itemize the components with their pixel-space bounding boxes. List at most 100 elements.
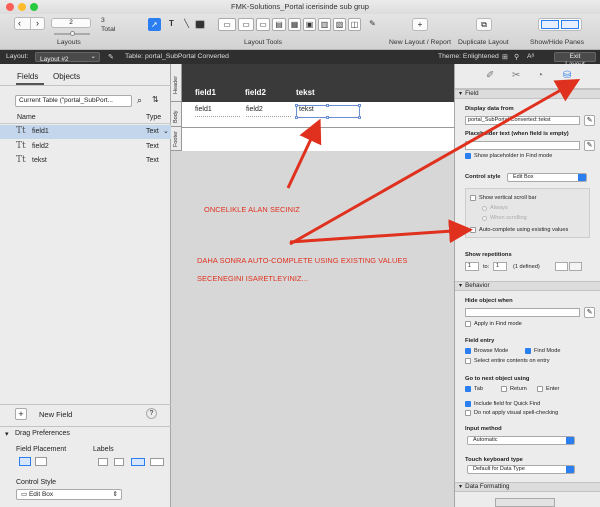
body-field-field1[interactable]: field1 xyxy=(195,106,240,117)
close-window-button[interactable] xyxy=(6,3,14,11)
quick-find-checkbox[interactable] xyxy=(465,401,471,407)
selection-handle[interactable] xyxy=(295,116,298,119)
pointer-tool-icon[interactable]: ➚ xyxy=(148,18,161,31)
text-size-icon[interactable]: Aᵃ xyxy=(527,53,534,60)
add-icon[interactable]: + xyxy=(15,408,27,420)
show-placeholder-checkbox[interactable] xyxy=(465,153,471,159)
duplicate-layout-button[interactable]: ⧉ xyxy=(476,18,492,31)
field-row[interactable]: Tt tekst Text xyxy=(0,154,171,168)
horizontal-reps-icon[interactable] xyxy=(569,262,582,271)
slider-thumb[interactable] xyxy=(70,31,75,36)
display-data-field[interactable]: portal_SubPortal Converted::tekst xyxy=(465,116,580,125)
header-label-field1[interactable]: field1 xyxy=(195,88,216,97)
popover-tool-icon[interactable]: ▭ xyxy=(256,18,270,31)
portal-tool-icon[interactable]: ▥ xyxy=(318,18,331,31)
show-scroll-checkbox[interactable] xyxy=(470,195,476,201)
line-tool-icon[interactable]: ╲ xyxy=(180,18,193,31)
labels-top-icon[interactable] xyxy=(114,458,124,466)
part-label-body[interactable]: Body xyxy=(171,102,182,127)
horizontal-placement-icon[interactable] xyxy=(35,457,47,466)
new-field-button[interactable]: New Field xyxy=(39,410,72,419)
selection-handle[interactable] xyxy=(358,104,361,107)
styles-tab-icon[interactable]: ✂ xyxy=(512,70,520,81)
labels-right-icon[interactable] xyxy=(150,458,164,466)
control-style-select[interactable]: ▭ Edit Box ⇕ xyxy=(16,489,122,500)
zoom-window-button[interactable] xyxy=(30,3,38,11)
chart-tool-icon[interactable]: ▧ xyxy=(333,18,346,31)
position-tab-icon[interactable]: ✐ xyxy=(486,70,494,81)
rendering-icon[interactable]: ⚲ xyxy=(514,53,519,61)
previous-layout-button[interactable]: ‹ xyxy=(18,18,21,28)
slide-control-tool-icon[interactable]: ▣ xyxy=(303,18,316,31)
format-painter-icon[interactable]: ✎ xyxy=(366,18,379,31)
next-layout-button[interactable]: › xyxy=(36,18,39,28)
appearance-tab-icon[interactable]: ◔ xyxy=(537,70,543,81)
tab-fields[interactable]: Fields xyxy=(17,72,38,81)
col-name[interactable]: Name xyxy=(17,114,36,121)
body-field-tekst-selected[interactable]: tekst xyxy=(295,104,361,119)
sort-icon[interactable]: ⇅ xyxy=(152,95,159,104)
apply-find-checkbox[interactable] xyxy=(465,321,471,327)
part-label-footer[interactable]: Footer xyxy=(171,127,182,151)
chevron-down-icon[interactable]: ⌄ xyxy=(163,127,169,135)
field-row[interactable]: Tt field1 Text ⌄ xyxy=(0,125,171,139)
labels-none-icon[interactable] xyxy=(98,458,108,466)
tab-control-tool-icon[interactable]: ▦ xyxy=(288,18,301,31)
minimize-window-button[interactable] xyxy=(18,3,26,11)
behavior-section-header[interactable]: ▾ Behavior xyxy=(455,281,600,291)
when-scrolling-radio[interactable] xyxy=(482,216,487,221)
rep-to-field[interactable]: 1 xyxy=(493,262,507,271)
find-mode-checkbox[interactable] xyxy=(525,348,531,354)
button-tool-icon[interactable]: ▭ xyxy=(238,18,254,31)
field-row[interactable]: Tt field2 Text xyxy=(0,140,171,154)
edit-layout-icon[interactable]: ✎ xyxy=(108,53,114,61)
new-layout-button[interactable]: + xyxy=(412,18,428,31)
field-tool-icon[interactable]: ▭ xyxy=(218,18,236,31)
tab-checkbox[interactable] xyxy=(465,386,471,392)
help-icon[interactable]: ? xyxy=(146,408,157,419)
placeholder-field[interactable] xyxy=(465,141,580,150)
hide-object-field[interactable] xyxy=(465,308,580,317)
right-pane-toggle[interactable] xyxy=(561,20,579,29)
col-type[interactable]: Type xyxy=(146,114,161,121)
selection-handle[interactable] xyxy=(326,104,329,107)
table-select[interactable]: Current Table ("portal_SubPort... xyxy=(15,95,132,107)
data-formatting-section-header[interactable]: ▾ Data Formatting xyxy=(455,482,600,492)
part-label-header[interactable]: Header xyxy=(171,64,182,102)
keyboard-type-select[interactable]: Default for Data Type xyxy=(467,465,575,474)
return-checkbox[interactable] xyxy=(501,386,507,392)
web-viewer-tool-icon[interactable]: ◫ xyxy=(348,18,361,31)
select-entire-checkbox[interactable] xyxy=(465,358,471,364)
vertical-placement-icon[interactable] xyxy=(19,457,31,466)
pencil-icon[interactable]: ✎ xyxy=(584,115,595,126)
enter-checkbox[interactable] xyxy=(537,386,543,392)
header-part[interactable] xyxy=(182,64,454,102)
left-pane-toggle[interactable] xyxy=(541,20,559,29)
vertical-reps-icon[interactable] xyxy=(555,262,568,271)
exit-layout-button[interactable]: Exit Layout xyxy=(554,52,596,68)
spell-check-checkbox[interactable] xyxy=(465,410,471,416)
input-method-select[interactable]: Automatic xyxy=(467,436,575,445)
always-radio[interactable] xyxy=(482,206,487,211)
text-tool-icon[interactable]: T xyxy=(165,18,178,31)
autocomplete-checkbox[interactable] xyxy=(470,227,476,233)
header-label-field2[interactable]: field2 xyxy=(245,88,266,97)
selection-handle[interactable] xyxy=(326,116,329,119)
pencil-icon[interactable]: ✎ xyxy=(584,307,595,318)
theme-icon[interactable]: ⊞ xyxy=(502,53,508,61)
labels-left-icon[interactable] xyxy=(131,458,145,466)
field-section-header[interactable]: ▾ Field xyxy=(455,89,600,99)
disclosure-icon[interactable]: ▾ xyxy=(5,430,9,438)
header-label-tekst[interactable]: tekst xyxy=(296,88,315,97)
layout-selector[interactable]: Layout #2 ⌄ xyxy=(35,52,100,63)
rectangle-tool-icon[interactable] xyxy=(195,20,205,29)
record-number-field[interactable]: 2 xyxy=(51,18,91,28)
selection-handle[interactable] xyxy=(358,116,361,119)
selection-handle[interactable] xyxy=(295,104,298,107)
control-style-select[interactable]: Edit Box xyxy=(507,173,587,182)
body-field-field2[interactable]: field2 xyxy=(246,106,291,117)
pencil-icon[interactable]: ✎ xyxy=(584,140,595,151)
data-tab-icon[interactable]: ⛁ xyxy=(563,70,571,81)
layout-canvas[interactable]: Header Body Footer field1 field2 tekst f… xyxy=(171,64,454,507)
record-slider[interactable] xyxy=(54,31,90,36)
